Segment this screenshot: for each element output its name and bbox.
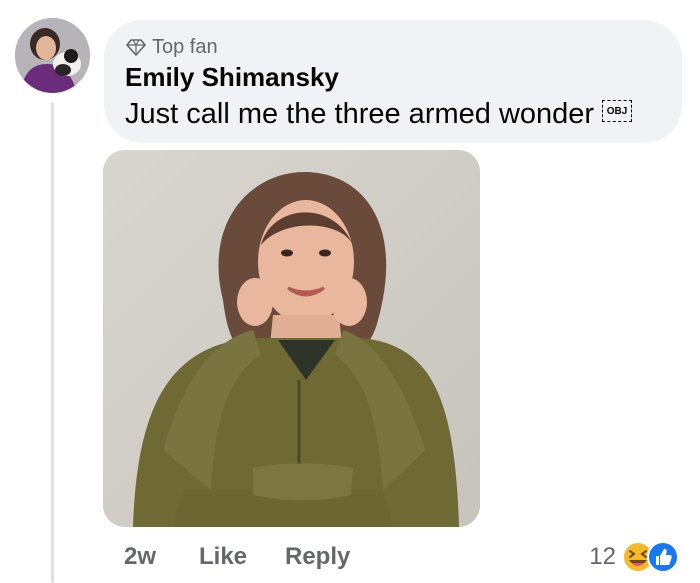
- reaction-icons: [622, 539, 682, 575]
- like-button[interactable]: Like: [199, 537, 247, 577]
- reply-button[interactable]: Reply: [285, 537, 350, 577]
- comment-text-line: Just call me the three armed wonder OBJ: [125, 98, 633, 131]
- badge-label: Top fan: [152, 35, 218, 58]
- avatar[interactable]: [15, 18, 90, 93]
- reaction-count: 12: [589, 543, 616, 570]
- thread-line: [51, 102, 54, 583]
- comment-photo[interactable]: [103, 150, 480, 527]
- reactions-summary[interactable]: 12: [589, 537, 682, 577]
- diamond-icon: [126, 39, 146, 56]
- comment-timestamp[interactable]: 2w: [124, 537, 156, 577]
- like-thumb-icon: [647, 541, 679, 573]
- comment-author[interactable]: Emily Shimansky: [125, 62, 339, 93]
- comment-bubble: Top fan Emily Shimansky Just call me the…: [104, 20, 682, 143]
- avatar-image: [15, 18, 90, 93]
- top-fan-badge[interactable]: Top fan: [126, 35, 218, 59]
- photo-image: [103, 150, 480, 527]
- object-replacement-icon: OBJ: [602, 100, 633, 123]
- comment-text: Just call me the three armed wonder: [125, 98, 595, 130]
